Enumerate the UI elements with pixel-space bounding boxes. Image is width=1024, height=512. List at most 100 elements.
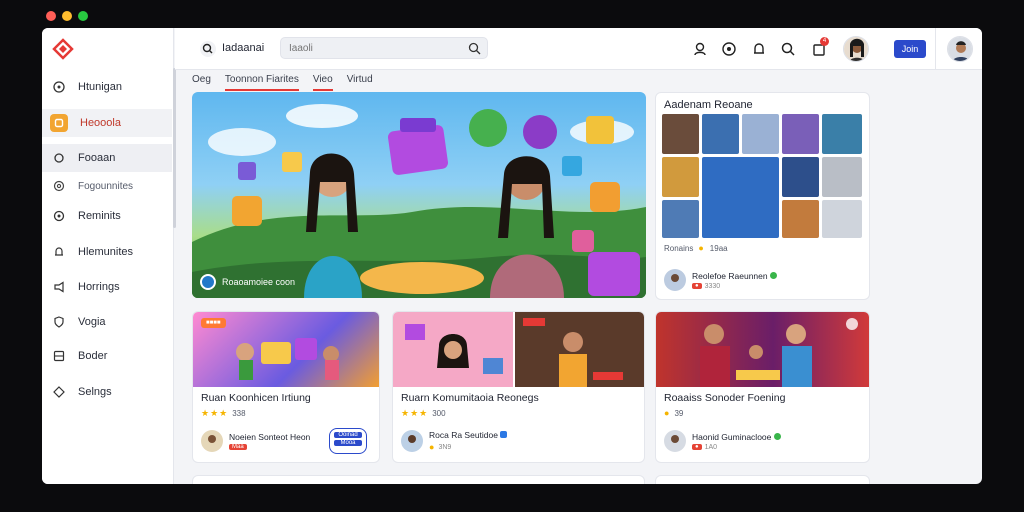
panel-author[interactable]: Reolefoe Raeunnen ● 3330	[664, 269, 777, 291]
author-sub: Maa	[229, 444, 247, 450]
user-icon[interactable]	[692, 41, 708, 57]
grid-photo[interactable]	[782, 200, 819, 238]
maximize-window-button[interactable]	[78, 11, 88, 21]
search-icon[interactable]	[468, 42, 481, 55]
grid-photo[interactable]	[742, 114, 779, 154]
card-title: Ruan Koonhicen Irtiung	[201, 392, 311, 404]
close-window-button[interactable]	[46, 11, 56, 21]
grid-photo[interactable]	[782, 157, 819, 197]
author-name: Noeien Sonteot Heon	[229, 432, 311, 442]
sidebar-item-6[interactable]: Horrings	[42, 273, 172, 301]
coin-icon: ●	[664, 408, 671, 418]
hero-caption-text: Roaoamoiee coon	[222, 277, 296, 287]
content-card-partial[interactable]	[192, 475, 645, 484]
sidebar-item-8[interactable]: Boder	[42, 342, 172, 370]
grid-photo[interactable]	[782, 114, 819, 154]
card-meta-count: 338	[232, 409, 246, 418]
megaphone-icon	[52, 280, 66, 294]
minimize-window-button[interactable]	[62, 11, 72, 21]
card-meta: ★★★ 338	[201, 408, 246, 419]
hero-illustration	[192, 104, 646, 298]
home-icon	[50, 114, 68, 132]
page-title: Iadaanai	[222, 42, 265, 54]
verified-icon	[770, 271, 777, 279]
author-name: Reolefoe Raeunnen	[692, 270, 768, 281]
search-bar[interactable]	[280, 37, 488, 59]
sidebar-item-label: Heooola	[80, 117, 121, 129]
sidebar-item-label: Fogounnites	[78, 180, 134, 192]
hero-banner[interactable]: Roaoamoiee coon	[192, 92, 646, 298]
play-button[interactable]: Ooinad Mooa	[329, 428, 367, 454]
sidebar: Htunigan Heooola Fooaan Fogounnites Remi…	[42, 28, 174, 484]
search-icon[interactable]	[199, 40, 217, 58]
sidebar-item-label: Fooaan	[78, 152, 116, 164]
grid-photo[interactable]	[662, 114, 699, 154]
avatar[interactable]	[843, 36, 869, 62]
sidebar-item-label: Hlemunites	[78, 246, 134, 258]
rating-stars: ★★★	[401, 408, 429, 418]
sidebar-scrollbar[interactable]	[173, 68, 176, 228]
avatar	[664, 430, 686, 452]
content-tabs: Oeg Toonnon Fiarites Vieo Virtud	[192, 74, 373, 91]
sidebar-item-label: Reminits	[78, 210, 121, 222]
rating-star-icon: ●	[698, 243, 705, 253]
grid-photo[interactable]	[822, 114, 862, 154]
card-thumbnail: ■■■■	[193, 312, 379, 387]
globe-icon[interactable]	[721, 41, 737, 57]
sidebar-item-4[interactable]: Reminits	[42, 202, 172, 230]
sidebar-item-label: Boder	[78, 350, 108, 362]
live-badge-icon: ●	[692, 444, 702, 450]
live-badge-icon: ●	[692, 283, 702, 289]
grid-photo-large[interactable]	[702, 157, 779, 238]
card-thumbnail	[656, 312, 869, 387]
content-card[interactable]: Roaaiss Sonoder Foening ● 39 Haonid Gumi…	[655, 311, 870, 463]
at-icon	[52, 179, 66, 193]
search-icon[interactable]	[780, 41, 796, 57]
card-title: Roaaiss Sonoder Foening	[664, 392, 786, 404]
grid-photo[interactable]	[702, 114, 739, 154]
panel-title: Aadenam Reoane	[664, 99, 753, 111]
panel-meta-count: 19aa	[709, 243, 728, 253]
photo-grid	[662, 114, 865, 240]
content-card[interactable]: ■■■■ Ruan Koonhicen Irtiung ★★★ 338 Noei…	[192, 311, 380, 463]
tab-3[interactable]: Virtud	[347, 74, 373, 89]
shield-icon	[52, 315, 66, 329]
grid-photo[interactable]	[662, 157, 699, 197]
tab-0[interactable]: Oeg	[192, 74, 211, 89]
card-author[interactable]: Haonid Guminaclooe ● 1A0	[664, 430, 781, 452]
hero-caption: Roaoamoiee coon	[200, 274, 295, 290]
sidebar-item-7[interactable]: Vogia	[42, 308, 172, 336]
sidebar-item-1[interactable]: Heooola	[42, 109, 172, 137]
panel-meta: Ronains ● 19aa	[664, 243, 728, 253]
sidebar-item-9[interactable]: Selngs	[42, 378, 172, 406]
avatar	[201, 430, 223, 452]
play-button-label: Ooinad	[334, 432, 362, 438]
sidebar-item-label: Horrings	[78, 281, 120, 293]
bell-icon[interactable]	[751, 41, 767, 57]
card-author[interactable]: Roca Ra Seutidoe ● 3N9	[401, 430, 508, 452]
profile-avatar[interactable]	[947, 36, 973, 62]
diamond-logo-icon[interactable]	[52, 38, 74, 60]
card-title: Ruarn Komumitaoia Reonegs	[401, 392, 539, 404]
play-icon[interactable]	[200, 274, 216, 290]
sidebar-item-3[interactable]: Fogounnites	[42, 172, 172, 200]
content-card[interactable]: Ruarn Komumitaoia Reonegs ★★★ 300 Roca R…	[392, 311, 645, 463]
rating-stars: ★★★	[201, 408, 229, 418]
card-author[interactable]: Noeien Sonteot Heon Maa	[201, 430, 310, 452]
header-divider	[935, 28, 936, 70]
tab-1[interactable]: Toonnon Fiarites	[224, 74, 299, 91]
grid-photo[interactable]	[822, 200, 862, 238]
search-input[interactable]	[281, 38, 451, 59]
sidebar-item-label: Vogia	[78, 316, 106, 328]
sidebar-item-5[interactable]: Hlemunites	[42, 238, 172, 266]
help-circle-icon	[52, 80, 66, 94]
sidebar-item-2[interactable]: Fooaan	[42, 144, 172, 172]
grid-photo[interactable]	[822, 157, 862, 197]
sidebar-item-0[interactable]: Htunigan	[42, 73, 172, 101]
settings-diamond-icon	[52, 385, 66, 399]
tab-2[interactable]: Vieo	[312, 74, 333, 91]
author-name: Haonid Guminaclooe	[692, 431, 772, 442]
grid-photo[interactable]	[662, 200, 699, 238]
join-button[interactable]: Join	[894, 40, 926, 58]
content-card-partial[interactable]	[655, 475, 870, 484]
